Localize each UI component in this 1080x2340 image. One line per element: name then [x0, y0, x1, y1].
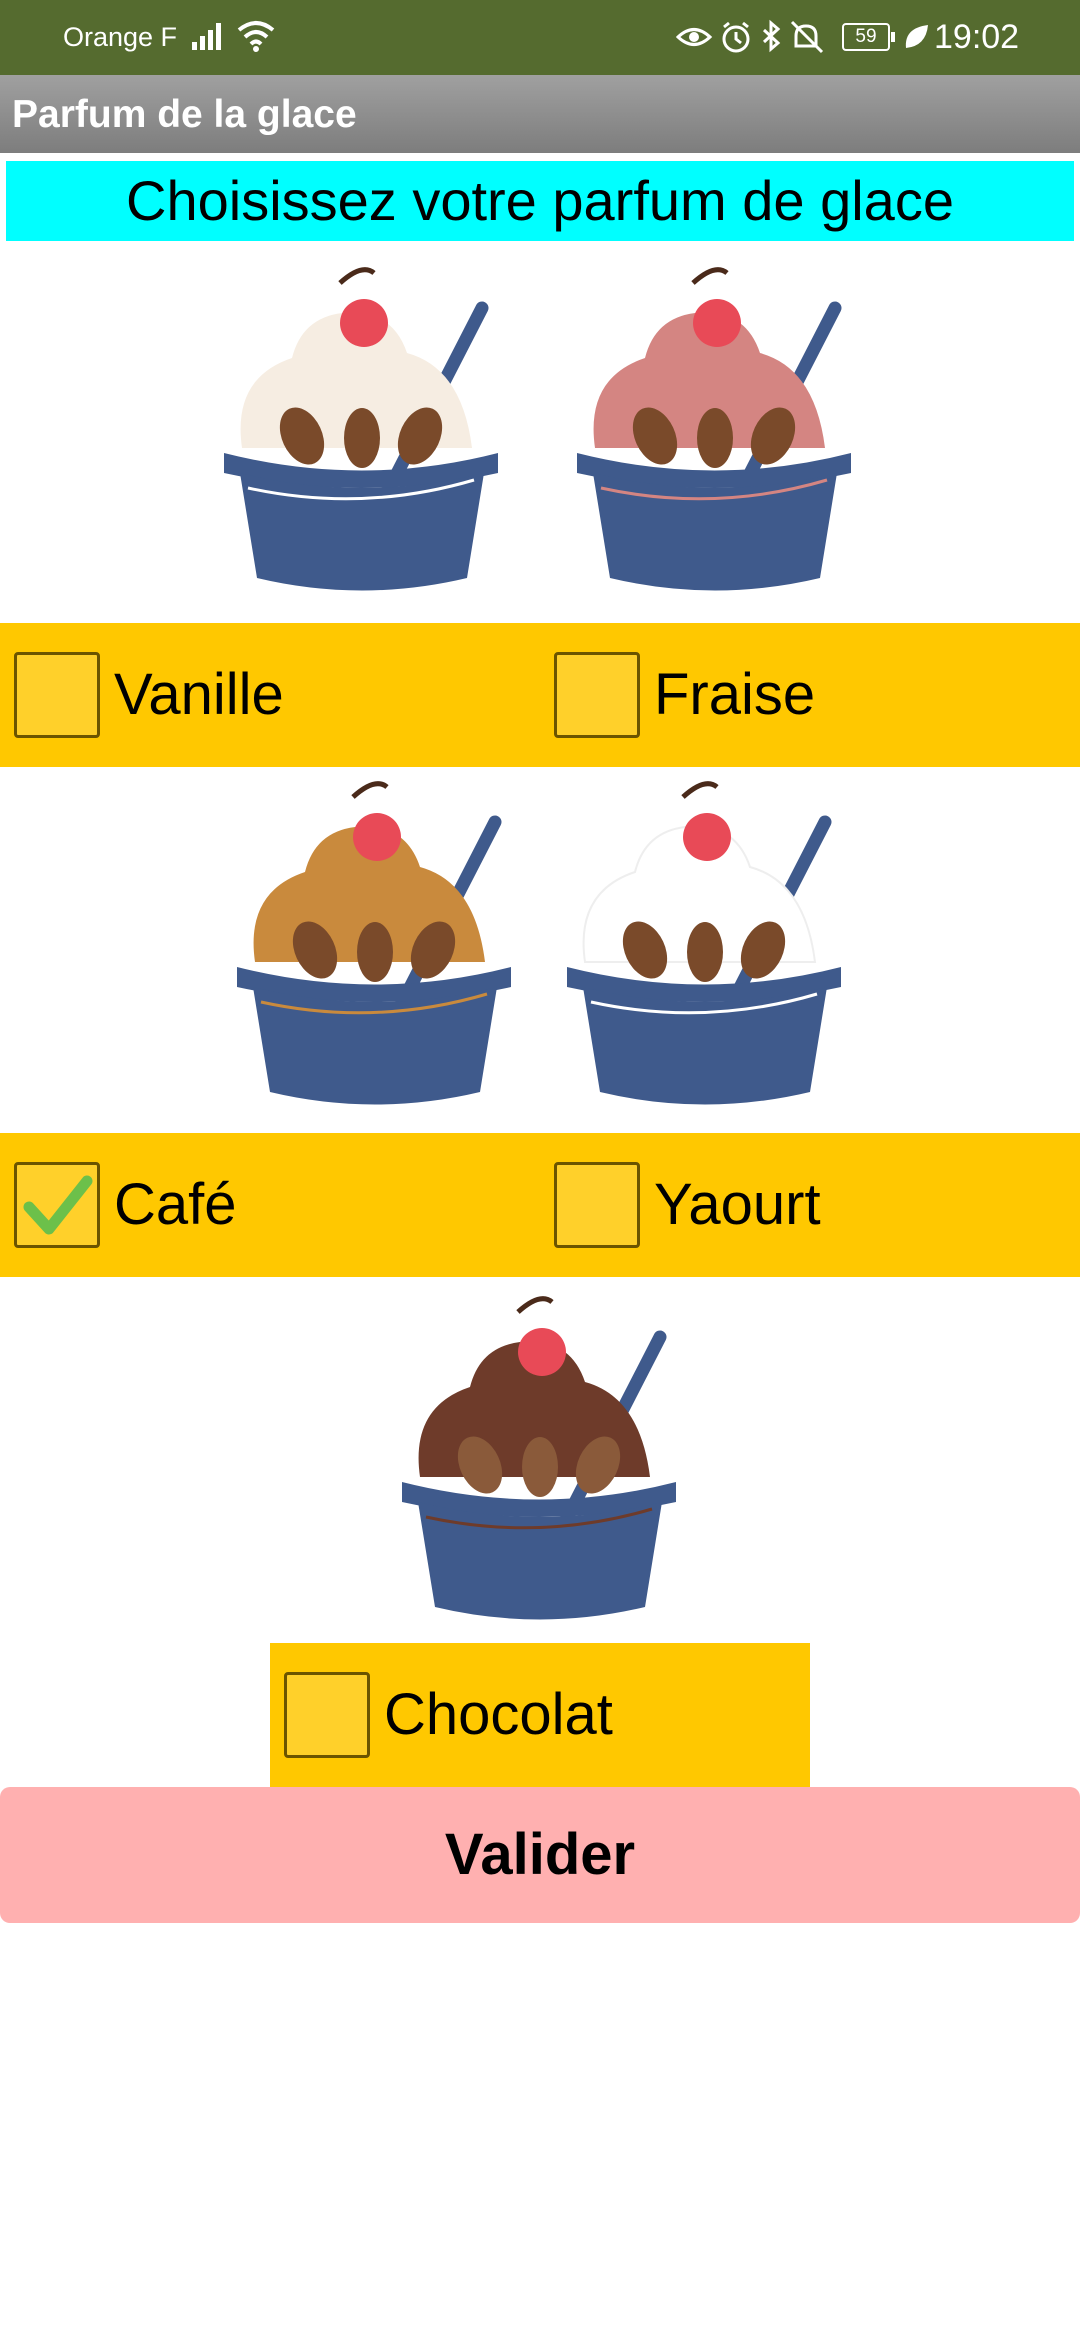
yogurt-cup-image: [567, 781, 841, 1105]
wifi-icon: [237, 21, 275, 52]
coffee-cup-image: [237, 781, 511, 1105]
checkbox-cafe[interactable]: [14, 1162, 100, 1248]
checkbox-yaourt[interactable]: [554, 1162, 640, 1248]
system-icons: [676, 19, 824, 54]
strawberry-cup-image: [577, 267, 851, 591]
status-bar: Orange F 59 19:02: [0, 0, 1080, 75]
option-row-2: Café Yaourt: [0, 1133, 1080, 1277]
signal-icon: [192, 23, 221, 50]
app-title: Parfum de la glace: [12, 93, 357, 136]
option-row-3: Chocolat: [270, 1643, 810, 1787]
eye-icon: [676, 28, 713, 46]
prompt-label: Choisissez votre parfum de glace: [6, 161, 1074, 241]
battery-icon: 59: [842, 23, 895, 51]
clock: 19:02: [934, 18, 1020, 56]
vanilla-cup-image: [224, 267, 498, 591]
mute-icon: [790, 20, 824, 54]
checkbox-fraise[interactable]: [554, 652, 640, 738]
validate-button[interactable]: Valider: [0, 1787, 1080, 1923]
checkbox-chocolat[interactable]: [284, 1672, 370, 1758]
label-fraise[interactable]: Fraise: [654, 661, 815, 728]
label-cafe[interactable]: Café: [114, 1171, 237, 1238]
option-row-1: Vanille Fraise: [0, 623, 1080, 767]
chocolate-cup-image: [402, 1296, 676, 1620]
label-chocolat[interactable]: Chocolat: [384, 1681, 613, 1748]
label-vanille[interactable]: Vanille: [114, 661, 284, 728]
checkbox-vanille[interactable]: [14, 652, 100, 738]
alarm-icon: [722, 21, 750, 53]
check-mark-icon: [23, 1175, 93, 1235]
leaf-icon: [905, 25, 928, 48]
app-title-bar: Parfum de la glace: [0, 75, 1080, 153]
label-yaourt[interactable]: Yaourt: [654, 1171, 821, 1238]
carrier-name: Orange F: [63, 22, 178, 52]
bluetooth-icon: [762, 19, 781, 53]
